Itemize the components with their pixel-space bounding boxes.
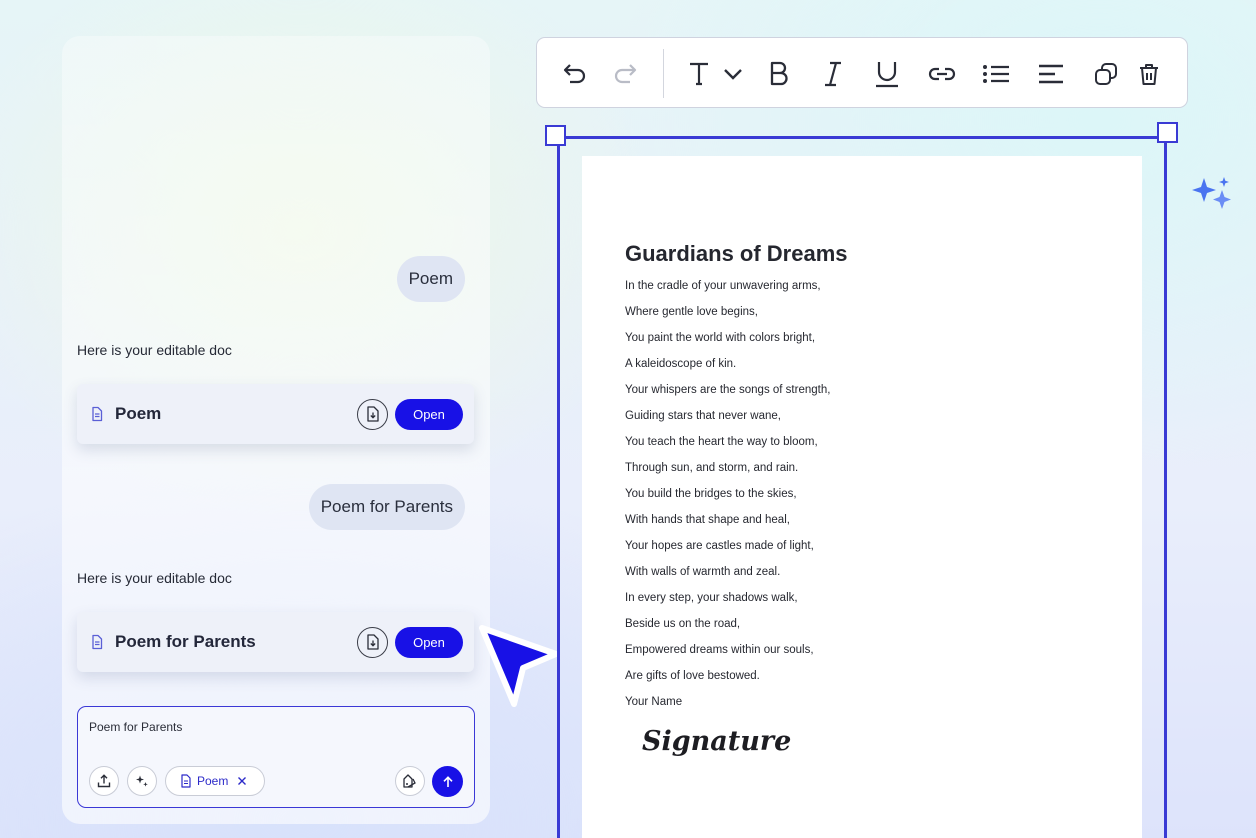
doc-card-title: Poem for Parents [115,632,256,651]
document-icon [89,406,105,422]
doc-card[interactable]: Poem Open [77,384,474,444]
duplicate-icon [1095,63,1117,85]
underline-button[interactable] [871,58,903,90]
bullet-list-button[interactable] [980,58,1012,90]
chevron-down-icon [724,69,742,80]
italic-button[interactable] [817,58,849,90]
toolbar-divider [663,49,664,98]
close-icon[interactable] [237,776,247,786]
bullet-list-icon [983,65,1009,83]
selection-frame [557,136,1167,838]
undo-button[interactable] [559,58,591,90]
send-button[interactable] [432,766,463,797]
download-doc-icon [366,406,379,422]
duplicate-button[interactable] [1090,58,1122,90]
resize-handle-top-right[interactable] [1157,122,1178,143]
open-button[interactable]: Open [395,398,463,430]
underline-icon [876,62,898,88]
document-icon [181,774,191,788]
link-icon [928,67,956,81]
doc-card[interactable]: Poem for Parents Open [77,612,474,672]
text-style-icon [690,62,708,86]
delete-button[interactable] [1133,58,1165,90]
resize-handle-top-left[interactable] [545,125,566,146]
magic-button[interactable] [127,766,157,796]
delete-icon [1140,64,1158,85]
download-doc-icon [366,634,379,650]
arrow-up-icon [442,775,453,787]
upload-icon [97,774,111,788]
bold-button[interactable] [763,58,795,90]
attachment-chip-label: Poem [197,774,229,788]
link-button[interactable] [926,58,958,90]
text-style-button[interactable] [683,58,715,90]
attachment-chip[interactable]: Poem [165,766,265,796]
palette-icon [403,774,416,788]
italic-icon [825,61,841,87]
redo-icon [614,64,637,84]
chat-composer[interactable]: Poem for Parents Poem [77,706,475,808]
user-message-bubble: Poem [396,256,465,302]
style-button[interactable] [395,766,425,796]
document-icon [89,634,105,650]
align-left-button[interactable] [1035,58,1067,90]
undo-icon [563,64,586,84]
sparkle-icon [1192,177,1231,209]
user-message-bubble: Poem for Parents [308,484,465,530]
assistant-reply-text: Here is your editable doc [77,570,232,586]
assistant-reply-text: Here is your editable doc [77,342,232,358]
download-button[interactable] [357,398,388,430]
bold-icon [770,61,788,86]
message-input[interactable]: Poem for Parents [89,720,182,734]
upload-button[interactable] [89,766,119,796]
pointer-cursor-icon [479,625,558,707]
sparkle-icon [136,775,148,787]
editor-toolbar [536,37,1188,108]
doc-card-title: Poem [115,404,162,423]
download-button[interactable] [357,626,388,658]
open-button[interactable]: Open [395,626,463,658]
chat-panel: Poem Here is your editable doc Poem Open… [62,36,490,824]
text-style-dropdown[interactable] [717,58,749,90]
align-left-icon [1039,64,1063,84]
redo-button[interactable] [609,58,641,90]
